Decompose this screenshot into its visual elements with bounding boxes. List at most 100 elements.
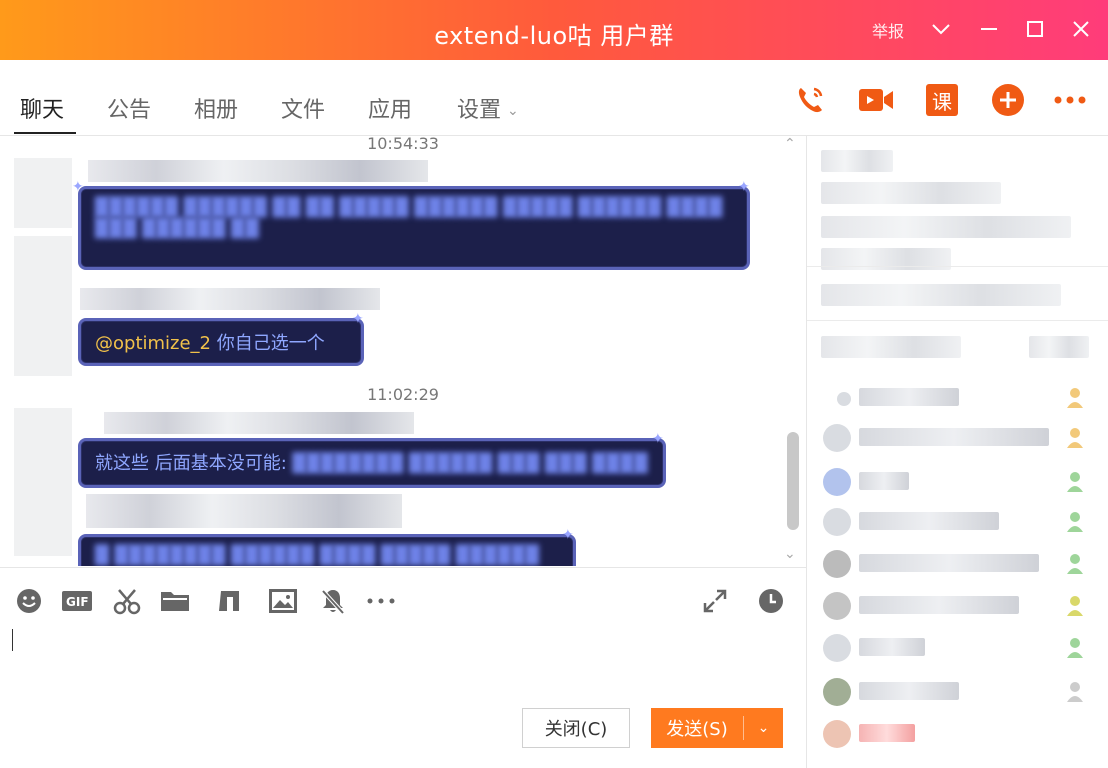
message-text: 你自己选一个 <box>211 333 325 354</box>
message-bubble[interactable]: ██████ ██████ ██ ██ █████ ██████ █████ █… <box>78 186 750 270</box>
member-name-redacted <box>859 682 959 700</box>
history-icon[interactable] <box>756 586 786 616</box>
member-name-redacted <box>859 638 925 656</box>
member-item[interactable] <box>807 628 1108 668</box>
member-name-redacted <box>859 596 1019 614</box>
tab-settings[interactable]: 设置 ⌄ <box>457 92 519 124</box>
tab-apps[interactable]: 应用 <box>368 92 412 124</box>
group-info-redacted <box>821 284 1061 306</box>
class-icon[interactable]: 课 <box>924 82 960 118</box>
tab-chat[interactable]: 聊天 <box>20 92 64 124</box>
scroll-up-icon[interactable]: ⌃ <box>784 136 796 152</box>
active-tab-indicator <box>14 132 76 134</box>
avatar <box>823 508 851 536</box>
member-item[interactable] <box>807 502 1108 542</box>
member-name-redacted <box>859 724 915 742</box>
bubble-corner-ornament: ✦ <box>738 179 750 195</box>
avatar[interactable] <box>14 158 72 228</box>
member-item[interactable] <box>807 418 1108 458</box>
avatar[interactable] <box>14 408 72 556</box>
qq-group-chat-window: extend-luo咕 用户群 举报 聊天 公告 相册 文件 应用 设置 ⌄ 课 <box>0 0 1108 768</box>
avatar <box>823 678 851 706</box>
mute-bell-icon[interactable] <box>318 586 348 616</box>
text-cursor <box>12 629 13 651</box>
message-timestamp: 10:54:33 <box>367 136 439 153</box>
avatar <box>823 634 851 662</box>
member-item[interactable] <box>807 378 1108 418</box>
avatar <box>837 392 851 406</box>
sender-name <box>86 494 402 528</box>
divider <box>807 266 1108 267</box>
message-bubble[interactable]: 就这些 后面基本没可能: ████████ ██████ ███ ███ ███… <box>78 438 666 488</box>
tab-album[interactable]: 相册 <box>194 92 238 124</box>
member-role-icon <box>1065 680 1085 704</box>
send-button[interactable]: 发送(S) ⌄ <box>651 708 783 748</box>
member-count-redacted <box>821 336 961 358</box>
member-role-icon <box>1065 594 1085 618</box>
group-info-panel <box>806 136 1108 768</box>
bubble-corner-ornament: ✦ <box>652 431 664 447</box>
chat-scrollbar-thumb[interactable] <box>787 432 799 530</box>
folder-icon[interactable] <box>160 586 190 616</box>
phone-call-icon[interactable] <box>792 82 828 118</box>
expand-icon[interactable] <box>700 586 730 616</box>
group-info-redacted <box>821 216 1071 238</box>
class-icon-label: 课 <box>926 84 958 116</box>
send-button-label: 发送(S) <box>666 719 728 740</box>
avatar <box>823 592 851 620</box>
bubble-corner-ornament: ✦ <box>72 179 84 195</box>
close-icon[interactable] <box>1066 14 1096 44</box>
member-name-redacted <box>859 512 999 530</box>
svg-text:GIF: GIF <box>66 595 89 609</box>
member-item[interactable] <box>807 462 1108 502</box>
message-bubble[interactable]: █ ████████ ██████ ████ █████ ██████ <box>78 534 576 566</box>
member-role-icon <box>1065 470 1085 494</box>
tab-settings-label: 设置 <box>457 98 502 123</box>
screenshot-icon[interactable] <box>112 586 142 616</box>
member-name-redacted <box>859 388 959 406</box>
member-search-redacted[interactable] <box>1029 336 1089 358</box>
member-item[interactable] <box>807 544 1108 584</box>
chevron-down-icon[interactable] <box>926 14 956 44</box>
tab-files[interactable]: 文件 <box>281 92 325 124</box>
member-role-icon <box>1065 426 1085 450</box>
sender-name <box>88 160 428 182</box>
member-role-icon <box>1065 552 1085 576</box>
group-info-redacted <box>821 150 893 172</box>
avatar <box>823 550 851 578</box>
gif-icon[interactable]: GIF <box>62 586 92 616</box>
bubble-corner-ornament: ✦ <box>352 311 364 327</box>
member-role-icon <box>1065 386 1085 410</box>
chevron-down-icon[interactable]: ⌄ <box>744 720 783 736</box>
member-item[interactable] <box>807 586 1108 626</box>
mention[interactable]: @optimize_2 <box>95 333 211 354</box>
minimize-icon[interactable] <box>974 14 1004 44</box>
message-list[interactable]: 10:54:33 ██████ ██████ ██ ██ █████ █████… <box>0 136 806 566</box>
image-icon[interactable] <box>268 586 298 616</box>
add-icon[interactable] <box>990 82 1026 118</box>
member-name-redacted <box>859 428 1049 446</box>
sender-name <box>104 412 414 434</box>
message-bubble[interactable]: @optimize_2 你自己选一个 <box>78 318 364 366</box>
avatar[interactable] <box>14 236 72 376</box>
more-icon[interactable] <box>366 586 396 616</box>
close-button[interactable]: 关闭(C) <box>522 708 630 748</box>
sender-name <box>80 288 380 310</box>
emoji-icon[interactable] <box>14 586 44 616</box>
chevron-down-icon: ⌄ <box>507 103 519 119</box>
member-item[interactable] <box>807 672 1108 712</box>
avatar <box>823 468 851 496</box>
more-icon[interactable] <box>1052 82 1088 118</box>
title-bar[interactable]: extend-luo咕 用户群 举报 <box>0 0 1108 60</box>
report-button[interactable]: 举报 <box>872 18 904 42</box>
maximize-icon[interactable] <box>1020 14 1050 44</box>
member-item[interactable] <box>807 714 1108 754</box>
member-role-icon <box>1065 510 1085 534</box>
member-name-redacted <box>859 554 1039 572</box>
message-text-redacted: ██████ ██████ ██ ██ █████ ██████ █████ █… <box>95 197 723 239</box>
music-icon[interactable] <box>214 586 244 616</box>
tab-announcement[interactable]: 公告 <box>107 92 151 124</box>
avatar <box>823 720 851 748</box>
scroll-down-icon[interactable]: ⌄ <box>784 546 796 562</box>
video-call-icon[interactable] <box>858 82 894 118</box>
